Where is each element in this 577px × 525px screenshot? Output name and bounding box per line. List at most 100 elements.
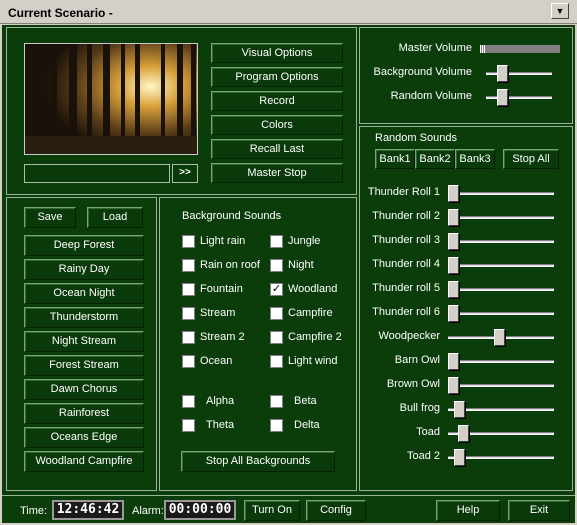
checkbox-label-rain-on-roof: Rain on roof [200, 259, 260, 271]
random-thumb-thunder-roll-2[interactable] [448, 209, 459, 226]
checkbox-label-night: Night [288, 259, 314, 271]
scenario-button-dawn-chorus[interactable]: Dawn Chorus [24, 379, 144, 400]
alarm-label: Alarm: [132, 505, 164, 517]
random-label-woodpecker: Woodpecker [378, 330, 440, 342]
checkbox-label-stream-2: Stream 2 [200, 331, 245, 343]
recall-last-button[interactable]: Recall Last [211, 139, 343, 159]
stop-all-backgrounds-button[interactable]: Stop All Backgrounds [181, 451, 335, 472]
random-thumb-barn-owl[interactable] [448, 353, 459, 370]
bank1-button[interactable]: Bank1 [375, 149, 415, 169]
random-track-barn-owl [448, 360, 554, 363]
volume-track-random-volume [486, 96, 552, 99]
random-thumb-woodpecker[interactable] [493, 329, 505, 346]
random-label-thunder-roll-1: Thunder Roll 1 [367, 186, 440, 198]
checkbox-beta[interactable] [270, 395, 283, 408]
master-stop-button[interactable]: Master Stop [211, 163, 343, 183]
random-label-thunder-roll-4: Thunder roll 4 [372, 258, 440, 270]
scenario-button-rainforest[interactable]: Rainforest [24, 403, 144, 424]
checkbox-campfire[interactable] [270, 307, 283, 320]
random-thumb-bull-frog[interactable] [453, 401, 465, 418]
scenario-button-forest-stream[interactable]: Forest Stream [24, 355, 144, 376]
app-window: >> Visual Options Program Options Record… [2, 25, 575, 523]
master-volume-bar[interactable] [480, 45, 560, 53]
stop-all-random-button[interactable]: Stop All [503, 149, 559, 169]
scene-photo [24, 43, 198, 155]
dropdown-arrow-icon[interactable]: ▼ [551, 3, 569, 19]
turn-on-button[interactable]: Turn On [244, 500, 300, 521]
checkbox-label-theta: Theta [206, 419, 235, 431]
checkbox-theta[interactable] [182, 419, 195, 432]
volume-label-background-volume: Background Volume [373, 66, 472, 78]
visual-options-button[interactable]: Visual Options [211, 43, 343, 63]
status-bar: Time: 12:46:42 Alarm: 00:00:00 Turn On C… [2, 495, 575, 523]
random-track-thunder-roll-2 [448, 216, 554, 219]
random-thumb-thunder-roll-1[interactable] [448, 185, 459, 202]
random-track-thunder-roll-5 [448, 288, 554, 291]
bank2-button[interactable]: Bank2 [415, 149, 455, 169]
random-thumb-thunder-roll-3[interactable] [448, 233, 459, 250]
checkbox-label-campfire: Campfire [288, 307, 333, 319]
help-button[interactable]: Help [436, 500, 500, 521]
random-label-toad: Toad [416, 426, 440, 438]
exit-button[interactable]: Exit [508, 500, 570, 521]
checkbox-light-rain[interactable] [182, 235, 195, 248]
program-options-button[interactable]: Program Options [211, 67, 343, 87]
master-volume-grip-icon[interactable] [480, 45, 486, 53]
volume-thumb-background-volume[interactable] [497, 65, 508, 82]
random-track-thunder-roll-1 [448, 192, 554, 195]
checkbox-woodland[interactable]: ✓ [270, 283, 283, 296]
checkbox-campfire-2[interactable] [270, 331, 283, 344]
checkbox-ocean[interactable] [182, 355, 195, 368]
scenario-button-thunderstorm[interactable]: Thunderstorm [24, 307, 144, 328]
scenario-name-field[interactable] [24, 164, 170, 183]
random-label-thunder-roll-5: Thunder roll 5 [372, 282, 440, 294]
random-thumb-thunder-roll-5[interactable] [448, 281, 459, 298]
load-button[interactable]: Load [87, 207, 143, 228]
random-label-thunder-roll-3: Thunder roll 3 [372, 234, 440, 246]
scenario-button-ocean-night[interactable]: Ocean Night [24, 283, 144, 304]
checkbox-label-beta: Beta [294, 395, 317, 407]
checkbox-stream-2[interactable] [182, 331, 195, 344]
time-display: 12:46:42 [52, 500, 124, 520]
volume-thumb-random-volume[interactable] [497, 89, 508, 106]
checkbox-label-alpha: Alpha [206, 395, 235, 407]
window-title: Current Scenario - [8, 6, 113, 20]
next-image-button[interactable]: >> [172, 164, 198, 183]
random-track-brown-owl [448, 384, 554, 387]
random-thumb-toad-2[interactable] [453, 449, 465, 466]
random-thumb-brown-owl[interactable] [448, 377, 459, 394]
bank3-button[interactable]: Bank3 [455, 149, 495, 169]
scenario-button-rainy-day[interactable]: Rainy Day [24, 259, 144, 280]
checkbox-night[interactable] [270, 259, 283, 272]
checkbox-delta[interactable] [270, 419, 283, 432]
random-thumb-thunder-roll-4[interactable] [448, 257, 459, 274]
scenario-button-deep-forest[interactable]: Deep Forest [24, 235, 144, 256]
scenario-button-night-stream[interactable]: Night Stream [24, 331, 144, 352]
checkbox-light-wind[interactable] [270, 355, 283, 368]
record-button[interactable]: Record [211, 91, 343, 111]
config-button[interactable]: Config [306, 500, 366, 521]
alarm-display[interactable]: 00:00:00 [164, 500, 236, 520]
checkbox-rain-on-roof[interactable] [182, 259, 195, 272]
time-label: Time: [20, 505, 48, 517]
checkbox-alpha[interactable] [182, 395, 195, 408]
random-label-thunder-roll-6: Thunder roll 6 [372, 306, 440, 318]
scenario-button-woodland-campfire[interactable]: Woodland Campfire [24, 451, 144, 472]
checkbox-label-jungle: Jungle [288, 235, 321, 247]
random-thumb-toad[interactable] [457, 425, 469, 442]
colors-button[interactable]: Colors [211, 115, 343, 135]
volume-label-random-volume: Random Volume [390, 90, 472, 102]
checkbox-jungle[interactable] [270, 235, 283, 248]
checkbox-label-ocean: Ocean [200, 355, 233, 367]
scenario-button-oceans-edge[interactable]: Oceans Edge [24, 427, 144, 448]
checkbox-label-fountain: Fountain [200, 283, 243, 295]
checkbox-label-stream: Stream [200, 307, 236, 319]
random-track-thunder-roll-6 [448, 312, 554, 315]
random-track-thunder-roll-4 [448, 264, 554, 267]
checkbox-fountain[interactable] [182, 283, 195, 296]
random-thumb-thunder-roll-6[interactable] [448, 305, 459, 322]
checkbox-label-delta: Delta [294, 419, 320, 431]
save-button[interactable]: Save [24, 207, 76, 228]
volume-track-background-volume [486, 72, 552, 75]
checkbox-stream[interactable] [182, 307, 195, 320]
